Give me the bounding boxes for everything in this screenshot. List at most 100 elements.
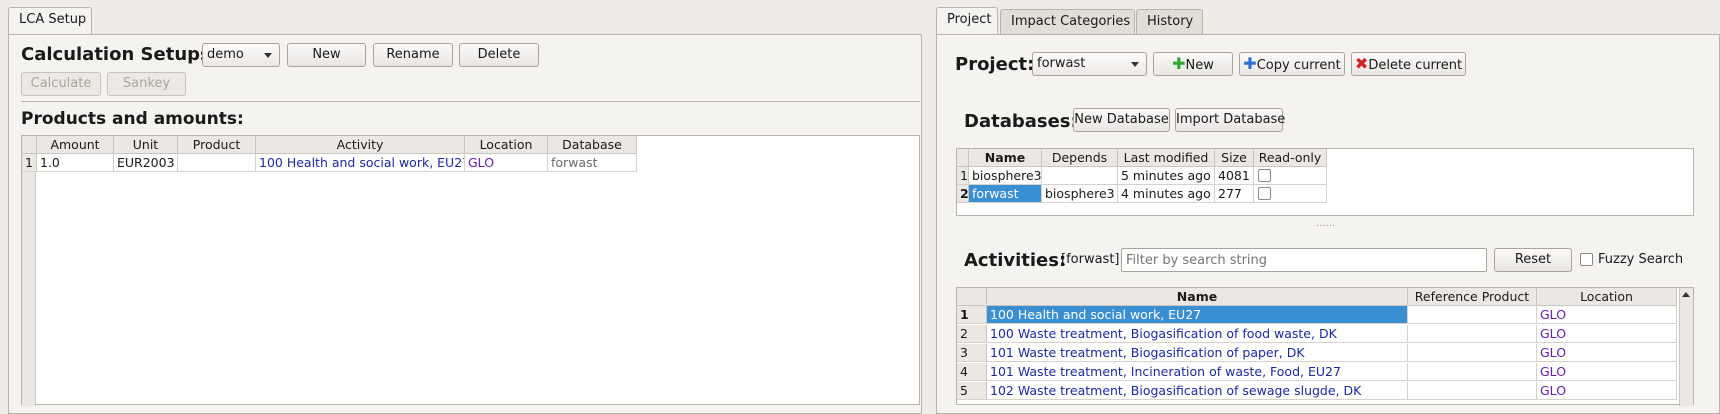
cell-reference-product[interactable] bbox=[1408, 363, 1537, 381]
x-icon: ✖ bbox=[1354, 54, 1369, 73]
column-header-name[interactable]: Name bbox=[987, 288, 1408, 306]
vertical-scrollbar[interactable] bbox=[1679, 288, 1693, 406]
cell-read-only[interactable] bbox=[1254, 185, 1327, 203]
chevron-down-icon bbox=[264, 53, 272, 58]
plus-icon: ✚ bbox=[1172, 54, 1186, 73]
calculate-button[interactable]: Calculate bbox=[21, 72, 101, 96]
tab-lca-setup[interactable]: LCA Setup bbox=[8, 7, 92, 35]
products-table[interactable]: Amount Unit Product Activity Location Da… bbox=[21, 135, 920, 406]
calculation-setups-label: Calculation Setups: bbox=[21, 44, 218, 65]
fuzzy-search-label: Fuzzy Search bbox=[1598, 252, 1684, 267]
cell-location[interactable]: GLO bbox=[1537, 363, 1677, 381]
import-database-button[interactable]: Import Database bbox=[1175, 108, 1285, 132]
column-header-read-only[interactable]: Read-only bbox=[1254, 149, 1327, 167]
cell-size[interactable]: 4081 bbox=[1215, 167, 1254, 185]
new-setup-button[interactable]: New bbox=[287, 43, 366, 67]
cell-depends[interactable]: biosphere3 bbox=[1042, 185, 1118, 203]
cell-depends[interactable] bbox=[1042, 167, 1118, 185]
column-header-product[interactable]: Product bbox=[178, 136, 256, 154]
cell-location[interactable]: GLO bbox=[1537, 344, 1677, 362]
cell-name[interactable]: 102 Waste treatment, Biogasification of … bbox=[987, 382, 1408, 400]
cell-name[interactable]: 101 Waste treatment, Incineration of was… bbox=[987, 363, 1408, 381]
activities-database: [forwast] bbox=[1061, 252, 1120, 267]
column-header-location[interactable]: Location bbox=[465, 136, 548, 154]
row-number: 1 bbox=[22, 154, 37, 172]
sankey-button[interactable]: Sankey bbox=[107, 72, 186, 96]
cell-name[interactable]: 101 Waste treatment, Biogasification of … bbox=[987, 344, 1408, 362]
row-number: 4 bbox=[957, 363, 987, 381]
new-database-button[interactable]: New Database bbox=[1073, 108, 1170, 132]
divider bbox=[21, 101, 920, 102]
cell-last-modified[interactable]: 5 minutes ago bbox=[1118, 167, 1215, 185]
corner-header bbox=[957, 288, 987, 306]
column-header-location[interactable]: Location bbox=[1537, 288, 1677, 306]
cell-product[interactable] bbox=[178, 154, 256, 172]
cell-reference-product[interactable] bbox=[1408, 306, 1537, 324]
column-header-size[interactable]: Size bbox=[1215, 149, 1254, 167]
activities-table[interactable]: Name Reference Product Location 1 100 He… bbox=[956, 287, 1694, 406]
read-only-checkbox[interactable] bbox=[1258, 169, 1271, 182]
cell-location[interactable]: GLO bbox=[465, 154, 548, 172]
tab-history[interactable]: History bbox=[1136, 9, 1203, 35]
cell-reference-product[interactable] bbox=[1408, 325, 1537, 343]
activities-label: Activities: bbox=[964, 250, 1067, 271]
corner-header bbox=[22, 136, 37, 154]
column-header-name[interactable]: Name bbox=[969, 149, 1042, 167]
cell-activity[interactable]: 100 Health and social work, EU27 bbox=[256, 154, 465, 172]
cell-location[interactable]: GLO bbox=[1537, 325, 1677, 343]
rename-setup-button[interactable]: Rename bbox=[373, 43, 453, 67]
setup-select[interactable]: demo bbox=[202, 43, 280, 67]
column-header-activity[interactable]: Activity bbox=[256, 136, 465, 154]
column-header-database[interactable]: Database bbox=[548, 136, 637, 154]
tab-project[interactable]: Project bbox=[936, 7, 998, 35]
tab-label: History bbox=[1147, 14, 1194, 29]
cell-read-only[interactable] bbox=[1254, 167, 1327, 185]
project-label: Project: bbox=[955, 54, 1035, 75]
scroll-up-icon[interactable] bbox=[1682, 292, 1690, 297]
column-header-reference-product[interactable]: Reference Product bbox=[1408, 288, 1537, 306]
read-only-checkbox[interactable] bbox=[1258, 187, 1271, 200]
reset-button[interactable]: Reset bbox=[1494, 248, 1572, 272]
cell-location[interactable]: GLO bbox=[1537, 382, 1677, 400]
column-header-last-modified[interactable]: Last modified bbox=[1118, 149, 1215, 167]
delete-setup-button[interactable]: Delete bbox=[459, 43, 539, 67]
tab-label: LCA Setup bbox=[19, 12, 87, 27]
cell-name[interactable]: 100 Waste treatment, Biogasification of … bbox=[987, 325, 1408, 343]
row-number: 2 bbox=[957, 325, 987, 343]
splitter-handle[interactable]: ...... bbox=[1316, 218, 1335, 229]
new-project-label: New bbox=[1185, 58, 1214, 73]
chevron-down-icon bbox=[1131, 62, 1139, 67]
project-select[interactable]: forwast bbox=[1032, 52, 1147, 76]
search-input[interactable] bbox=[1121, 248, 1487, 272]
copy-project-button[interactable]: ✚Copy current bbox=[1239, 52, 1345, 76]
cell-reference-product[interactable] bbox=[1408, 344, 1537, 362]
fuzzy-search-checkbox[interactable] bbox=[1580, 253, 1593, 266]
cell-unit[interactable]: EUR2003 bbox=[114, 154, 178, 172]
copy-project-label: Copy current bbox=[1256, 58, 1341, 73]
column-header-unit[interactable]: Unit bbox=[114, 136, 178, 154]
cell-name[interactable]: biosphere3 bbox=[969, 167, 1042, 185]
row-number: 1 bbox=[957, 306, 987, 324]
cell-name[interactable]: forwast bbox=[969, 185, 1042, 203]
setup-select-value: demo bbox=[207, 47, 244, 62]
row-number: 2 bbox=[957, 185, 969, 203]
cell-amount[interactable]: 1.0 bbox=[37, 154, 114, 172]
column-header-depends[interactable]: Depends bbox=[1042, 149, 1118, 167]
cell-size[interactable]: 277 bbox=[1215, 185, 1254, 203]
row-number: 3 bbox=[957, 344, 987, 362]
cell-location[interactable]: GLO bbox=[1537, 306, 1677, 324]
products-amounts-label: Products and amounts: bbox=[21, 109, 244, 129]
delete-project-button[interactable]: ✖Delete current bbox=[1351, 52, 1466, 76]
tab-label: Project bbox=[947, 12, 992, 27]
new-project-button[interactable]: ✚New bbox=[1153, 52, 1233, 76]
cell-reference-product[interactable] bbox=[1408, 382, 1537, 400]
cell-name[interactable]: 100 Health and social work, EU27 bbox=[987, 306, 1408, 324]
column-header-amount[interactable]: Amount bbox=[37, 136, 114, 154]
row-header-column bbox=[22, 136, 36, 406]
project-select-value: forwast bbox=[1037, 56, 1086, 71]
tab-impact-categories[interactable]: Impact Categories bbox=[1000, 9, 1135, 35]
cell-last-modified[interactable]: 4 minutes ago bbox=[1118, 185, 1215, 203]
cell-database[interactable]: forwast bbox=[548, 154, 637, 172]
tab-label: Impact Categories bbox=[1011, 14, 1131, 29]
databases-table[interactable]: Name Depends Last modified Size Read-onl… bbox=[956, 148, 1694, 216]
